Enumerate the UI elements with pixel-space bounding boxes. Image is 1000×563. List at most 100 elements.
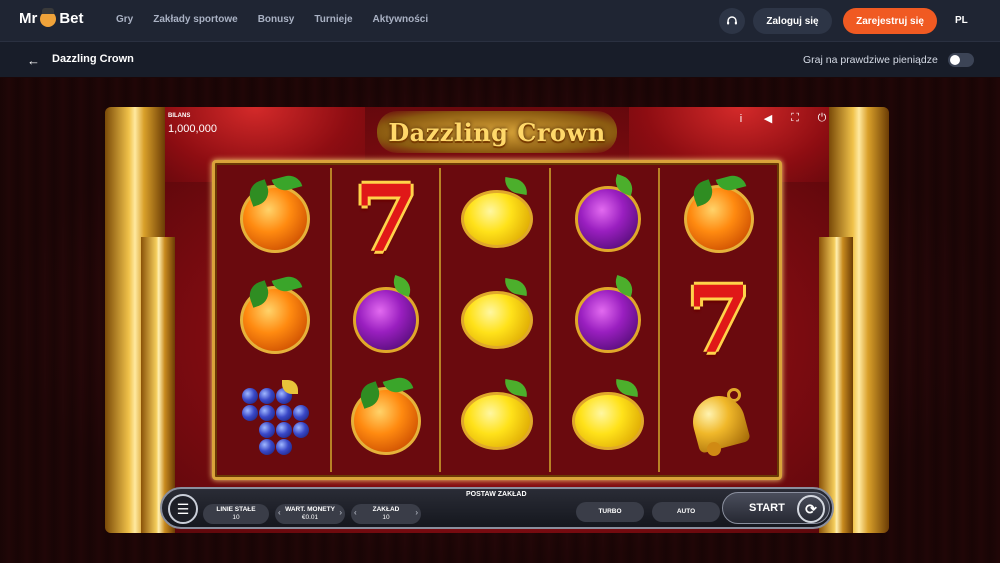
slot-game-frame[interactable]: Dazzling Crown BILANS 1,000,000 i ◀ ⛶ ⏻ … [105, 107, 889, 533]
register-button[interactable]: Zarejestruj się [843, 8, 937, 34]
coin-value-value: €0.01 [301, 514, 319, 521]
lemon-icon [571, 392, 644, 451]
coin-decrease-icon[interactable]: ‹ [278, 508, 281, 517]
reel-cell: 7 [331, 168, 442, 269]
nav-link-bonuses[interactable]: Bonusy [258, 14, 295, 25]
reel-separator [329, 168, 332, 472]
lemon-icon [460, 290, 533, 349]
game-title: Dazzling Crown [52, 53, 134, 65]
reel-cell [442, 371, 553, 472]
bet-control[interactable]: ‹ ZAKŁAD 10 › [351, 504, 421, 524]
reel-frame: 77 [212, 160, 782, 480]
reel-cell [442, 269, 553, 370]
orange-icon [240, 184, 311, 253]
reel-separator [548, 168, 551, 472]
grape-berry [293, 439, 309, 455]
bet-value: 10 [382, 514, 390, 521]
reel-cell [552, 168, 663, 269]
coin-value-label: WART. MONETY [285, 506, 335, 513]
grape-berry [275, 421, 292, 438]
game-menu-button[interactable]: ☰ [168, 494, 198, 524]
language-selector[interactable]: PL [955, 15, 968, 26]
bell-clap [706, 442, 721, 457]
game-header-bar: ← Dazzling Crown Graj na prawdziwe pieni… [0, 41, 1000, 77]
bet-increase-icon[interactable]: › [415, 508, 418, 517]
real-money-toggle[interactable] [948, 53, 974, 67]
plum-icon [574, 185, 641, 252]
fullscreen-icon[interactable]: ⛶ [789, 112, 801, 125]
coin-value-control[interactable]: ‹ WART. MONETY €0.01 › [275, 504, 345, 524]
plum-icon [574, 286, 641, 353]
game-logo-banner: Dazzling Crown [377, 111, 617, 153]
grapes-icon [238, 380, 312, 458]
back-arrow-icon[interactable]: ← [27, 53, 40, 68]
grape-berry [241, 404, 258, 421]
seven-icon: 7 [354, 164, 419, 273]
game-control-bar: ☰ POSTAW ZAKŁAD LINIE STAŁE 10 ‹ WART. M… [160, 487, 834, 529]
sound-icon[interactable]: ◀ [762, 112, 774, 125]
grape-berry [292, 421, 309, 438]
seven-icon: 7 [686, 265, 751, 374]
game-logo-title: Dazzling Crown [388, 117, 606, 147]
support-button[interactable] [719, 8, 745, 34]
balance-value: 1,000,000 [168, 123, 217, 135]
orange-icon [240, 285, 311, 354]
nav-link-sports[interactable]: Zakłady sportowe [153, 14, 237, 25]
orange-icon [351, 387, 422, 456]
logo-mascot-icon [40, 7, 57, 27]
grape-berry [292, 404, 309, 421]
lines-label: LINIE STAŁE [216, 506, 256, 513]
reel-cell [220, 269, 331, 370]
hamburger-icon: ☰ [176, 500, 190, 517]
right-inner-pillar [819, 237, 853, 533]
power-icon[interactable]: ⏻ [816, 112, 828, 125]
nav-link-tournaments[interactable]: Turnieje [314, 14, 352, 25]
main-nav-links: Gry Zakłady sportowe Bonusy Turnieje Akt… [116, 14, 448, 25]
reel-cell [331, 371, 442, 472]
reel-separator [658, 168, 661, 472]
reel-separator [439, 168, 442, 472]
info-icon[interactable]: i [735, 113, 747, 125]
reel-cell [663, 371, 774, 472]
grape-berry [241, 387, 258, 404]
bell-icon [686, 388, 751, 457]
logo-text-left: Mr [19, 10, 38, 27]
bet-decrease-icon[interactable]: ‹ [354, 508, 357, 517]
grape-berry [258, 404, 275, 421]
top-navigation: Mr Bet Gry Zakłady sportowe Bonusy Turni… [0, 0, 1000, 41]
coin-increase-icon[interactable]: › [339, 508, 342, 517]
reel-grid: 77 [220, 168, 774, 472]
start-button[interactable]: START ⟳ [722, 492, 830, 524]
grape-berry [275, 404, 292, 421]
grape-berry [258, 438, 275, 455]
grape-berry [293, 388, 309, 404]
real-money-label: Graj na prawdziwe pieniądze [803, 54, 938, 66]
reel-cell [442, 168, 553, 269]
reel-cell [552, 269, 663, 370]
lemon-icon [460, 189, 533, 248]
auto-button[interactable]: AUTO [652, 502, 720, 522]
grape-berry [242, 422, 258, 438]
bet-label: ZAKŁAD [372, 506, 400, 513]
auto-label: AUTO [676, 508, 696, 515]
lemon-icon [460, 392, 533, 451]
grape-berry [275, 387, 292, 404]
turbo-button[interactable]: TURBO [576, 502, 644, 522]
game-top-controls: i ◀ ⛶ ⏻ [735, 112, 828, 125]
grape-berry [258, 421, 275, 438]
spin-icon[interactable]: ⟳ [797, 495, 825, 523]
mrbet-logo[interactable]: Mr Bet [19, 7, 84, 27]
grape-berry [242, 439, 258, 455]
logo-text-right: Bet [59, 10, 84, 27]
headset-icon [727, 16, 737, 25]
reel-cell [220, 168, 331, 269]
plum-icon [353, 286, 420, 353]
grape-berry [275, 438, 292, 455]
lines-control[interactable]: LINIE STAŁE 10 [203, 504, 269, 524]
login-button[interactable]: Zaloguj się [753, 8, 832, 34]
nav-link-games[interactable]: Gry [116, 14, 133, 25]
reel-cell: 7 [663, 269, 774, 370]
start-label: START [749, 502, 785, 514]
nav-link-activities[interactable]: Aktywności [373, 14, 429, 25]
reel-cell [220, 371, 331, 472]
